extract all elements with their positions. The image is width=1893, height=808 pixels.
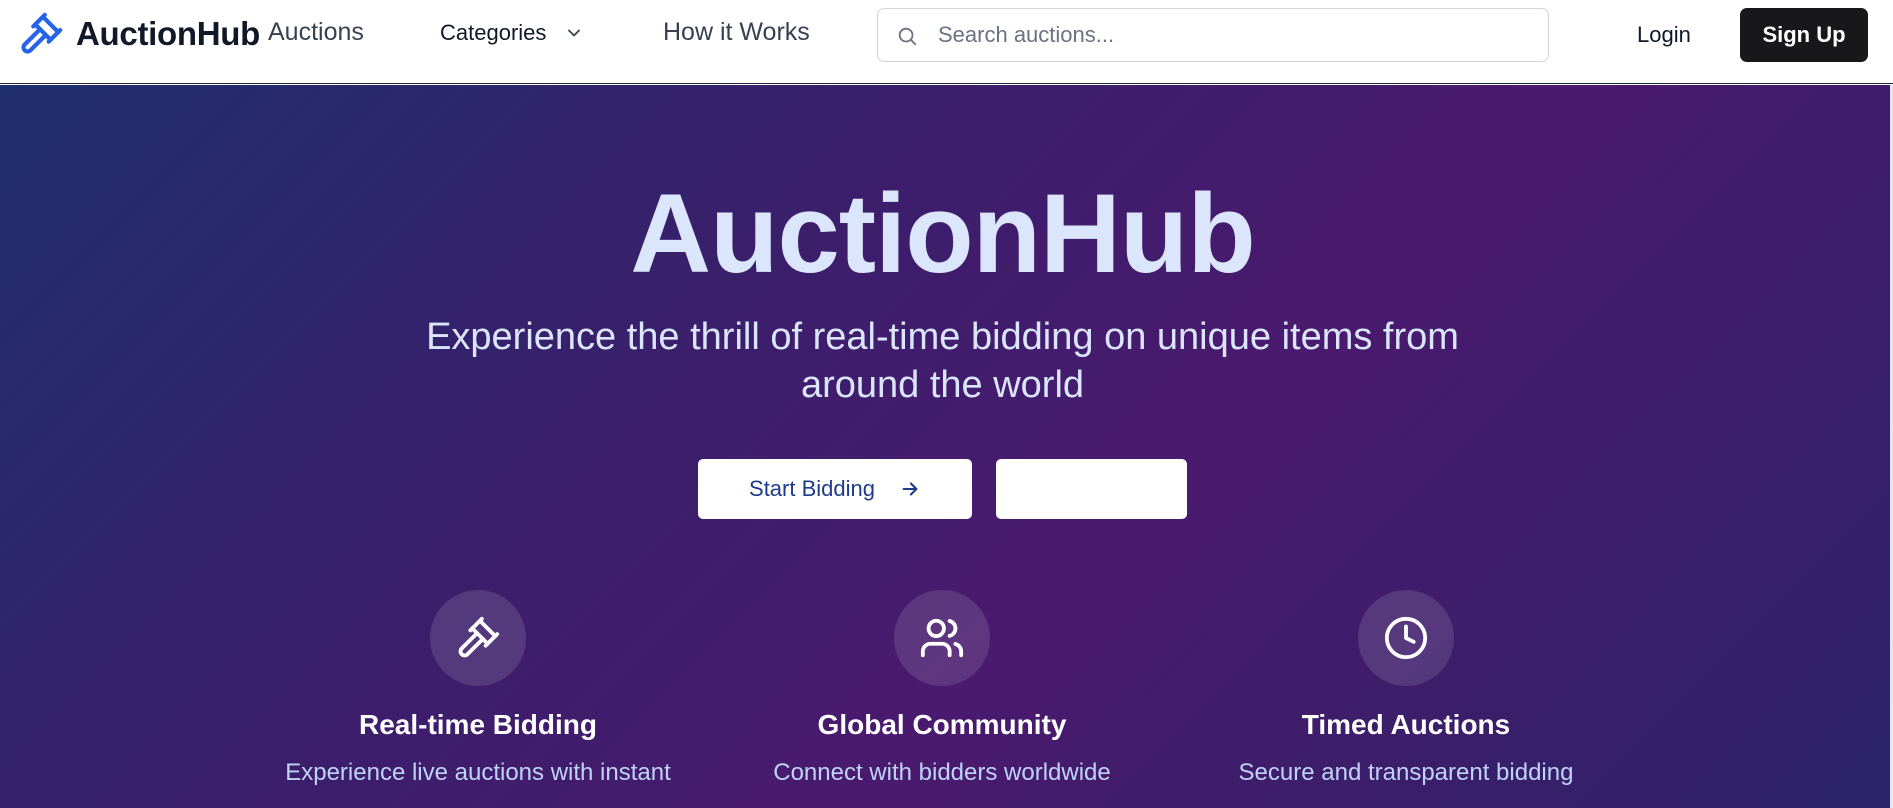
feature-title: Real-time Bidding — [358, 709, 597, 740]
feature-icon-circle — [894, 590, 990, 686]
feature-icon-circle — [430, 590, 526, 686]
start-bidding-button[interactable]: Start Bidding — [698, 459, 972, 519]
chevron-down-icon — [568, 29, 581, 37]
gavel-icon — [458, 616, 500, 658]
clock-icon — [1384, 616, 1428, 660]
hero-subtitle: Experience the thrill of real-time biddi… — [426, 316, 1459, 406]
feature-icon-circle — [1358, 590, 1454, 686]
nav-how-it-works-link[interactable]: How it Works — [663, 18, 810, 47]
feature-real-time-bidding: Real-time Bidding Experience live auctio… — [238, 590, 718, 787]
arrow-right-icon — [902, 482, 918, 496]
feature-title: Timed Auctions — [1301, 709, 1511, 740]
feature-description: Connect with bidders worldwide — [773, 759, 1111, 786]
brand-name: AuctionHub — [76, 15, 260, 52]
top-navbar: AuctionHub Auctions Categories How it Wo… — [0, 0, 1893, 84]
feature-timed-auctions: Timed Auctions Secure and transparent bi… — [1166, 590, 1646, 787]
feature-title: Global Community — [817, 709, 1067, 740]
nav-categories-dropdown[interactable]: Categories — [440, 20, 584, 46]
feature-global-community: Global Community Connect with bidders wo… — [702, 590, 1182, 787]
gavel-logo-icon — [21, 12, 63, 54]
feature-description: Secure and transparent bidding — [1238, 759, 1574, 786]
hero-title: AuctionHub — [630, 171, 1256, 296]
search-input[interactable] — [938, 11, 1538, 59]
start-bidding-label: Start Bidding — [749, 476, 875, 501]
feature-description: Experience live auctions with instant — [285, 759, 671, 786]
secondary-hero-button[interactable] — [996, 459, 1187, 519]
nav-categories-label: Categories — [440, 20, 547, 45]
search-icon — [898, 27, 917, 46]
users-icon — [920, 618, 964, 658]
brand-logo[interactable]: AuctionHub — [18, 11, 260, 57]
sign-up-button[interactable]: Sign Up — [1740, 8, 1868, 62]
login-link[interactable]: Login — [1637, 22, 1691, 48]
search-bar — [877, 8, 1549, 62]
hero-section: AuctionHub Experience the thrill of real… — [0, 85, 1893, 808]
nav-auctions-link[interactable]: Auctions — [268, 18, 364, 47]
